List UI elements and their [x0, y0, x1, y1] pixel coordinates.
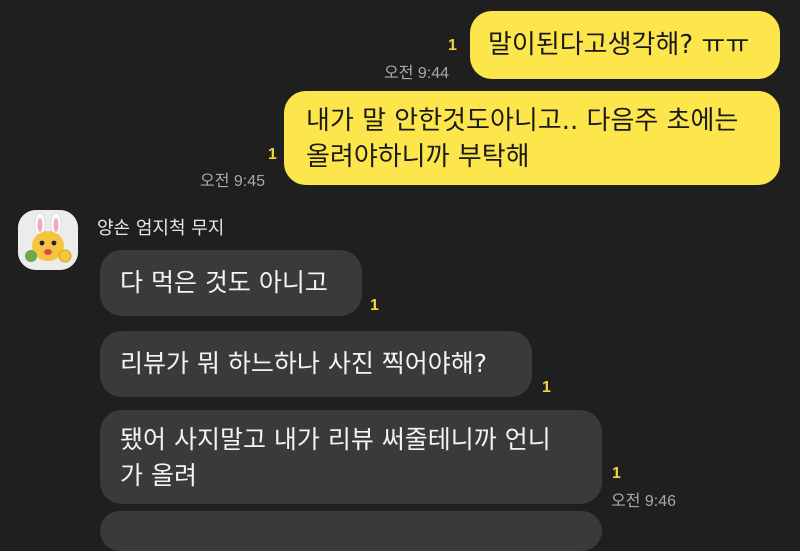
sender-name: 양손 엄지척 무지	[97, 218, 225, 239]
unread-count: 1	[448, 37, 457, 54]
incoming-message[interactable]: 됐어 사지말고 내가 리뷰 써줄테니까 언니 가 올려	[100, 410, 602, 504]
message-text: 리뷰가 뭐 하느하나 사진 찍어야해?	[120, 349, 488, 378]
muzi-icon	[18, 210, 78, 270]
unread-count: 1	[542, 379, 551, 396]
muzi-avatar[interactable]	[18, 210, 78, 270]
incoming-message[interactable]: 리뷰가 뭐 하느하나 사진 찍어야해?	[100, 331, 532, 397]
outgoing-message[interactable]: 내가 말 안한것도아니고.. 다음주 초에는 올려야하니까 부탁해	[284, 91, 780, 185]
incoming-message[interactable]: 다 먹은 것도 아니고	[100, 250, 362, 316]
message-text-line: 올려야하니까 부탁해	[306, 142, 530, 172]
message-time: 오전 9:46	[611, 493, 677, 510]
unread-count: 1	[612, 465, 621, 482]
message-time: 오전 9:44	[384, 65, 450, 82]
message-text-line: 됐어 사지말고 내가 리뷰 써줄테니까 언니	[120, 425, 551, 454]
incoming-message-partial[interactable]	[100, 511, 602, 551]
unread-count: 1	[268, 146, 277, 163]
unread-count: 1	[370, 297, 379, 314]
message-time: 오전 9:45	[200, 173, 266, 190]
message-text-line: 가 올려	[120, 461, 197, 490]
message-text: 말이된다고생각해? ㅠㅠ	[488, 30, 750, 60]
outgoing-message[interactable]: 말이된다고생각해? ㅠㅠ	[470, 11, 780, 79]
message-text-line: 내가 말 안한것도아니고.. 다음주 초에는	[306, 106, 739, 136]
message-text: 다 먹은 것도 아니고	[120, 268, 328, 297]
